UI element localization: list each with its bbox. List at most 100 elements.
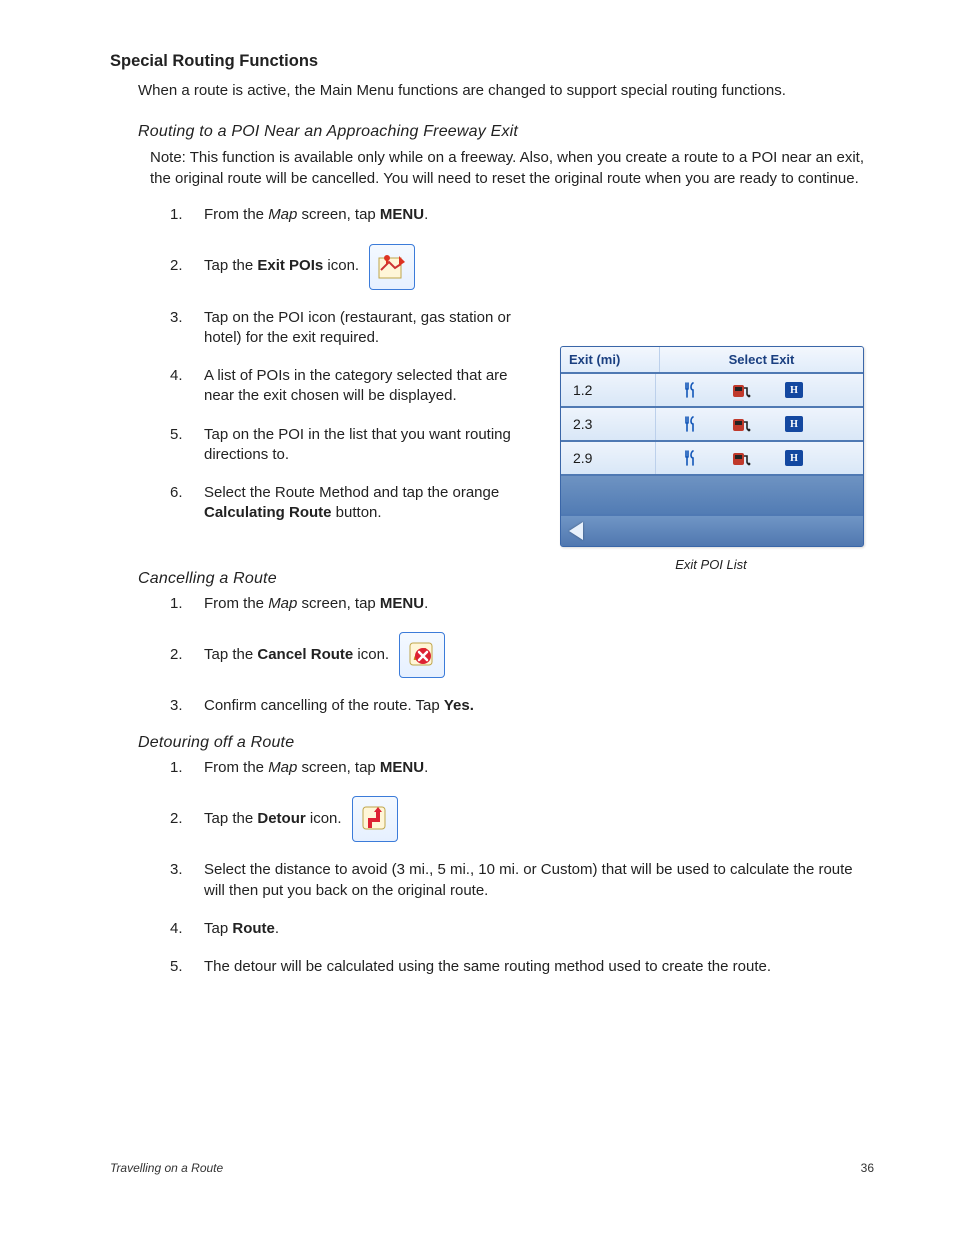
page-number: 36	[861, 1161, 874, 1175]
header-select-exit: Select Exit	[660, 347, 863, 372]
restaurant-icon[interactable]	[678, 448, 702, 468]
step-number: 4.	[170, 919, 204, 939]
exit-row-empty	[561, 474, 863, 514]
t: screen, tap	[297, 759, 380, 776]
exit-distance: 1.2	[561, 374, 656, 406]
t: MENU	[380, 595, 424, 612]
exit-pois-icon	[369, 244, 415, 290]
exit-icons: H	[656, 448, 863, 468]
exit-poi-header: Exit (mi) Select Exit	[561, 347, 863, 372]
gas-station-icon[interactable]	[730, 414, 754, 434]
t: Yes.	[444, 697, 474, 714]
step-text: Tap the Cancel Route icon.	[204, 645, 389, 665]
step-number: 1.	[170, 594, 204, 614]
t: Tap	[204, 920, 232, 937]
restaurant-icon[interactable]	[678, 414, 702, 434]
step-text: The detour will be calculated using the …	[204, 957, 771, 977]
cancel-route-icon	[399, 632, 445, 678]
svg-text:H: H	[790, 419, 798, 430]
step-text: From the Map screen, tap MENU.	[204, 205, 428, 225]
t: MENU	[380, 206, 424, 223]
detour-icon	[352, 796, 398, 842]
sec2-step2: 2. Tap the Cancel Route icon.	[170, 632, 874, 678]
heading-main: Special Routing Functions	[110, 52, 874, 71]
sec3-step2: 2. Tap the Detour icon.	[170, 796, 874, 842]
step-text: Select the Route Method and tap the oran…	[204, 483, 534, 524]
t: From the	[204, 206, 268, 223]
sec1-step1: 1. From the Map screen, tap MENU.	[170, 205, 874, 225]
step-number: 2.	[170, 256, 204, 276]
t: Detour	[257, 810, 305, 827]
t: Map	[268, 206, 297, 223]
gas-station-icon[interactable]	[730, 448, 754, 468]
exit-row[interactable]: 1.2 H	[561, 372, 863, 406]
hotel-icon[interactable]: H	[782, 448, 806, 468]
intro-text: When a route is active, the Main Menu fu…	[138, 81, 874, 101]
t: Exit POIs	[257, 257, 323, 274]
step-number: 2.	[170, 645, 204, 665]
step-text: Confirm cancelling of the route. Tap Yes…	[204, 696, 474, 716]
t: screen, tap	[297, 206, 380, 223]
heading-cancel-route: Cancelling a Route	[138, 570, 874, 588]
step-text: Tap the Exit POIs icon.	[204, 256, 359, 276]
step-text: From the Map screen, tap MENU.	[204, 594, 428, 614]
step-number: 4.	[170, 366, 204, 386]
t: Cancel Route	[257, 646, 353, 663]
svg-text:H: H	[790, 453, 798, 464]
step-number: 6.	[170, 483, 204, 503]
sec3-step4: 4. Tap Route.	[170, 919, 874, 939]
heading-detour: Detouring off a Route	[138, 734, 874, 752]
t: icon.	[353, 646, 389, 663]
t: icon.	[323, 257, 359, 274]
step-number: 2.	[170, 809, 204, 829]
sec3-step1: 1. From the Map screen, tap MENU.	[170, 758, 874, 778]
t: From the	[204, 759, 268, 776]
back-icon[interactable]	[569, 522, 583, 540]
t: MENU	[380, 759, 424, 776]
t: From the	[204, 595, 268, 612]
step-number: 1.	[170, 205, 204, 225]
exit-row[interactable]: 2.9 H	[561, 440, 863, 474]
heading-routing-poi: Routing to a POI Near an Approaching Fre…	[138, 123, 874, 141]
footer-section: Travelling on a Route	[110, 1161, 223, 1175]
t: Map	[268, 595, 297, 612]
exit-poi-panel: Exit (mi) Select Exit 1.2 H 2.3 H	[560, 346, 864, 547]
restaurant-icon[interactable]	[678, 380, 702, 400]
sec1-step3: 3. Tap on the POI icon (restaurant, gas …	[170, 308, 874, 349]
t: .	[275, 920, 279, 937]
gas-station-icon[interactable]	[730, 380, 754, 400]
sec3-step5: 5. The detour will be calculated using t…	[170, 957, 874, 977]
exit-icons: H	[656, 414, 863, 434]
header-exit-mi: Exit (mi)	[561, 347, 660, 372]
sec3-step3: 3. Select the distance to avoid (3 mi., …	[170, 860, 874, 901]
svg-text:H: H	[790, 385, 798, 396]
step-number: 3.	[170, 308, 204, 328]
t: Confirm cancelling of the route. Tap	[204, 697, 444, 714]
t: Tap the	[204, 810, 257, 827]
t: Tap the	[204, 646, 257, 663]
step-number: 1.	[170, 758, 204, 778]
t: screen, tap	[297, 595, 380, 612]
t: Route	[232, 920, 275, 937]
t: Tap the	[204, 257, 257, 274]
t: .	[424, 595, 428, 612]
step-number: 3.	[170, 860, 204, 880]
step-number: 5.	[170, 957, 204, 977]
sec1-step2: 2. Tap the Exit POIs icon.	[170, 244, 874, 290]
step-text: From the Map screen, tap MENU.	[204, 758, 428, 778]
exit-icons: H	[656, 380, 863, 400]
t: Select the Route Method and tap the oran…	[204, 484, 499, 501]
t: button.	[332, 504, 382, 521]
exit-poi-footer	[561, 514, 863, 546]
t: .	[424, 759, 428, 776]
page: Special Routing Functions When a route i…	[0, 0, 954, 1235]
exit-row[interactable]: 2.3 H	[561, 406, 863, 440]
hotel-icon[interactable]: H	[782, 414, 806, 434]
t: Calculating Route	[204, 504, 332, 521]
hotel-icon[interactable]: H	[782, 380, 806, 400]
t: Map	[268, 759, 297, 776]
exit-poi-figure: Exit (mi) Select Exit 1.2 H 2.3 H	[560, 346, 862, 572]
note-text: Note: This function is available only wh…	[150, 147, 874, 189]
step-text: Tap the Detour icon.	[204, 809, 342, 829]
step-text: Tap Route.	[204, 919, 279, 939]
